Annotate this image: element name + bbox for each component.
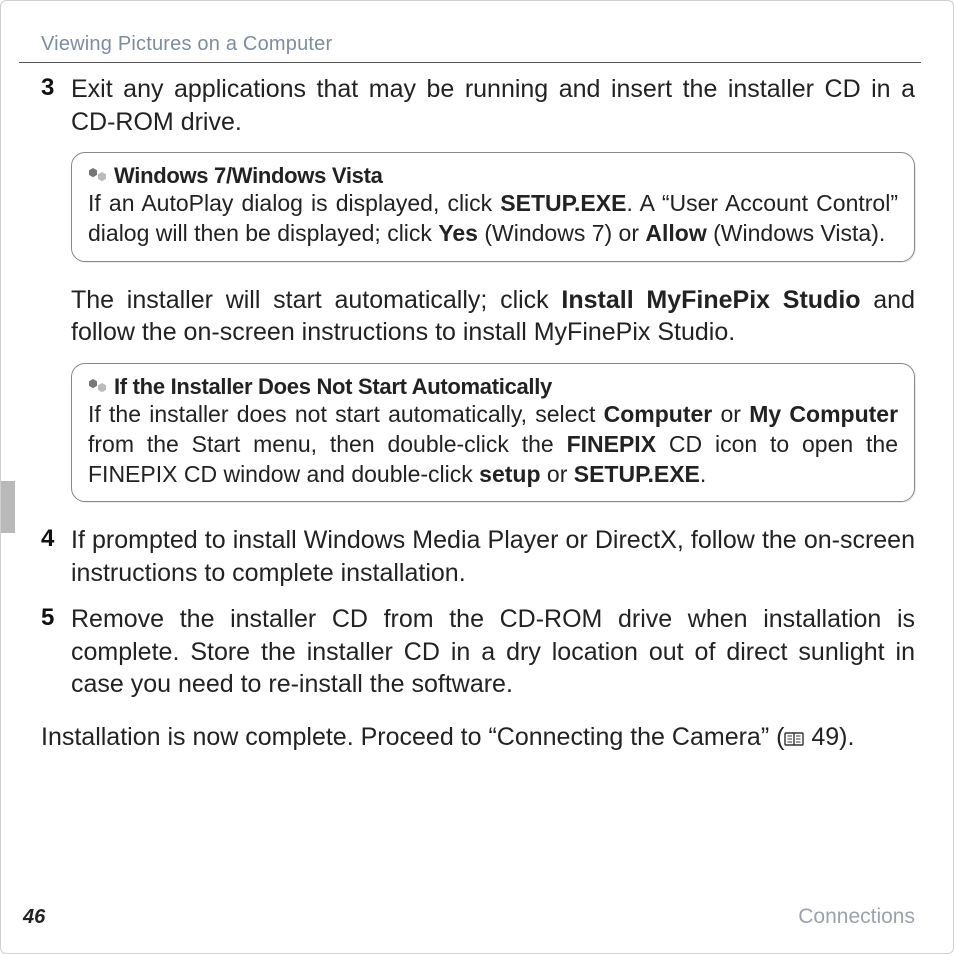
step-body: Remove the installer CD from the CD-ROM …	[71, 603, 915, 701]
text: from the Start menu, then double-click t…	[88, 431, 567, 457]
step-number: 3	[41, 73, 71, 138]
final-paragraph: Installation is now complete. Proceed to…	[41, 721, 915, 756]
callout-body: If an AutoPlay dialog is displayed, clic…	[88, 189, 898, 249]
bold: FINEPIX	[567, 431, 656, 457]
thumb-tab	[1, 481, 15, 533]
text: If the installer does not start automati…	[88, 401, 604, 427]
callout-title: Windows 7/Windows Vista	[114, 163, 383, 189]
page-content: 3 Exit any applications that may be runn…	[41, 73, 915, 755]
text: 49).	[804, 723, 854, 751]
step-5: 5 Remove the installer CD from the CD-RO…	[41, 603, 915, 701]
page-header-title: Viewing Pictures on a Computer	[41, 33, 915, 56]
text: or	[541, 461, 574, 487]
bold: Yes	[438, 220, 478, 246]
bold: SETUP.EXE	[574, 461, 700, 487]
step-body: If prompted to install Windows Media Pla…	[71, 524, 915, 589]
step-number: 4	[41, 524, 71, 589]
footer-section-label: Connections	[798, 905, 915, 929]
page-footer: 46 Connections	[23, 905, 915, 929]
installer-paragraph: The installer will start automatically; …	[71, 284, 915, 349]
manual-page: Viewing Pictures on a Computer 3 Exit an…	[0, 0, 954, 954]
header-rule	[19, 62, 921, 63]
note-icon	[88, 168, 108, 184]
page-number: 46	[23, 906, 45, 929]
step-3: 3 Exit any applications that may be runn…	[41, 73, 915, 138]
text: .	[700, 461, 706, 487]
bold: Computer	[604, 401, 713, 427]
bold: SETUP.EXE	[500, 190, 626, 216]
text: Installation is now complete. Proceed to…	[41, 723, 784, 751]
text: or	[712, 401, 749, 427]
callout-body: If the installer does not start automati…	[88, 400, 898, 490]
bold: Install MyFinePix Studio	[561, 286, 860, 314]
text: The installer will start automatically; …	[71, 286, 561, 314]
text: (Windows 7) or	[478, 220, 645, 246]
bold: setup	[479, 461, 540, 487]
bold: Allow	[645, 220, 706, 246]
callout-windows-vista: Windows 7/Windows Vista If an AutoPlay d…	[71, 152, 915, 262]
step-number: 5	[41, 603, 71, 701]
text: If an AutoPlay dialog is displayed, clic…	[88, 190, 500, 216]
step-4: 4 If prompted to install Windows Media P…	[41, 524, 915, 589]
callout-installer-not-start: If the Installer Does Not Start Automati…	[71, 363, 915, 503]
text: (Windows Vista).	[707, 220, 886, 246]
book-icon	[784, 723, 804, 756]
step-body: Exit any applications that may be runnin…	[71, 73, 915, 138]
bold: My Computer	[749, 401, 898, 427]
note-icon	[88, 379, 108, 395]
callout-title: If the Installer Does Not Start Automati…	[114, 374, 552, 400]
